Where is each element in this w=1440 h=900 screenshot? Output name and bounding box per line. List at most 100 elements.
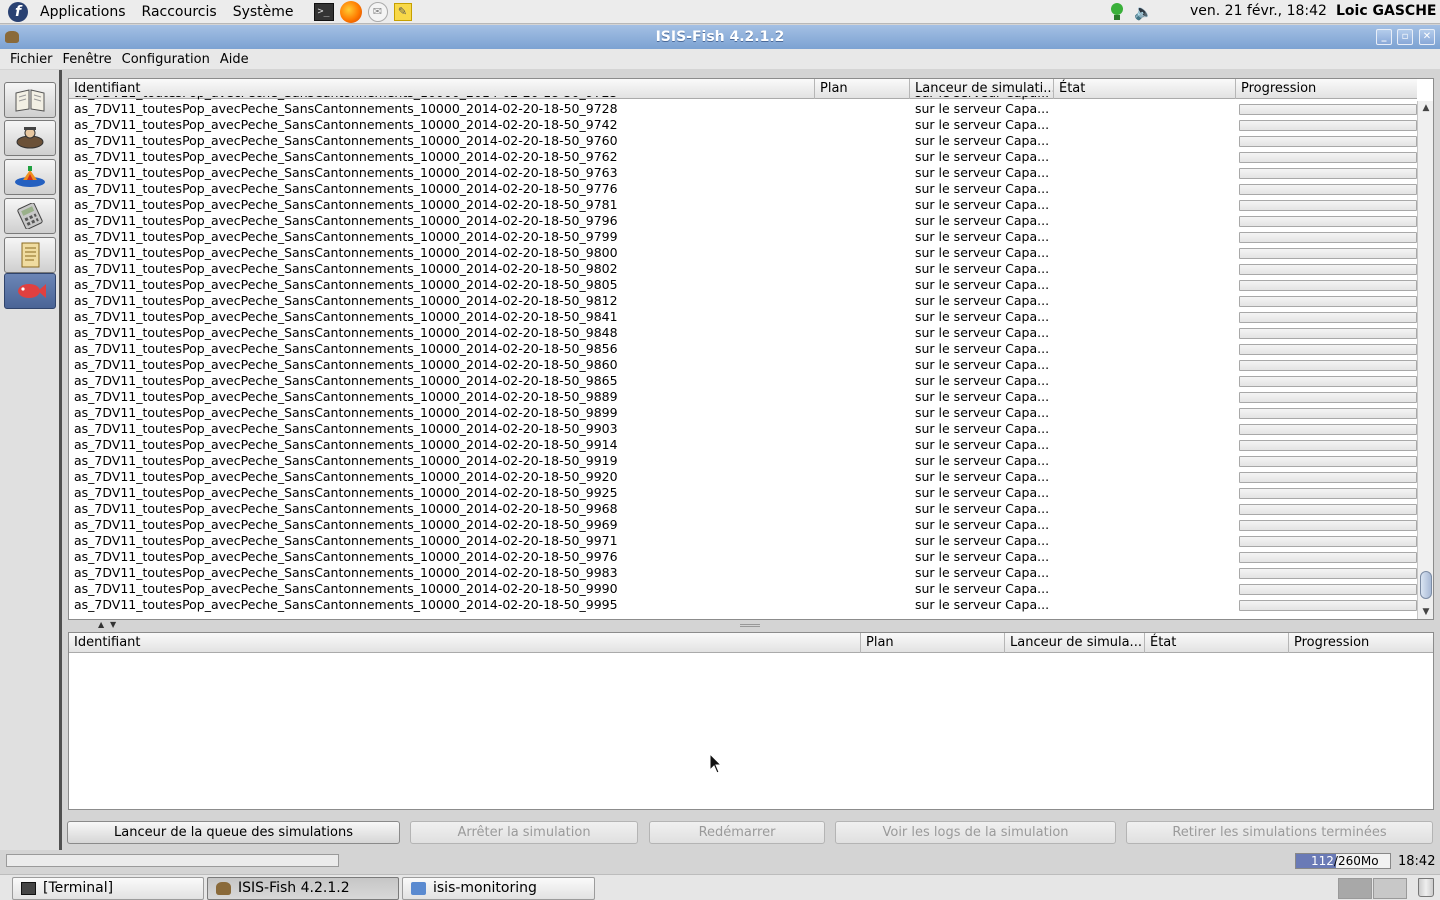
menu-configuration[interactable]: Configuration	[117, 52, 215, 67]
splitter-grip[interactable]	[740, 624, 760, 627]
memory-used: 112	[1311, 854, 1334, 868]
volume-icon[interactable]: 🔈	[1134, 3, 1153, 21]
panel-menu-shortcuts[interactable]: Raccourcis	[138, 4, 221, 20]
cell-state	[1054, 101, 1236, 117]
table-row[interactable]: as_7DV11_toutesPop_avecPeche_SansCantonn…	[69, 341, 1417, 357]
table-row[interactable]: as_7DV11_toutesPop_avecPeche_SansCantonn…	[69, 277, 1417, 293]
table-row[interactable]: as_7DV11_toutesPop_avecPeche_SansCantonn…	[69, 245, 1417, 261]
update-bulb-icon[interactable]	[1110, 2, 1124, 22]
table-row[interactable]: as_7DV11_toutesPop_avecPeche_SansCantonn…	[69, 405, 1417, 421]
table-row[interactable]: as_7DV11_toutesPop_avecPeche_SansCantonn…	[69, 565, 1417, 581]
firefox-launcher-icon[interactable]	[339, 0, 362, 23]
panel-menu-system[interactable]: Système	[229, 4, 298, 20]
table-row[interactable]: as_7DV11_toutesPop_avecPeche_SansCantonn…	[69, 181, 1417, 197]
mouse-cursor-icon	[709, 753, 723, 774]
toolbar-button-simulation-queue[interactable]	[4, 273, 56, 309]
panel-menu-applications[interactable]: Applications	[36, 4, 130, 20]
toolbar-button-calculator[interactable]	[4, 198, 56, 234]
column-header-plan[interactable]: Plan	[861, 633, 1005, 653]
taskbar-item-isis-fish[interactable]: ISIS-Fish 4.2.1.2	[207, 877, 399, 900]
mail-launcher-icon[interactable]: ✉	[367, 1, 388, 22]
workspace-2[interactable]	[1373, 878, 1407, 899]
table-row[interactable]: as_7DV11_toutesPop_avecPeche_SansCantonn…	[69, 149, 1417, 165]
cell-progression	[1236, 597, 1417, 613]
stop-simulation-button[interactable]: Arrêter la simulation	[410, 821, 638, 844]
table-row[interactable]: as_7DV11_toutesPop_avecPeche_SansCantonn…	[69, 357, 1417, 373]
table-row[interactable]: as_7DV11_toutesPop_avecPeche_SansCantonn…	[69, 309, 1417, 325]
table-row[interactable]: as_7DV11_toutesPop_avecPeche_SansCantonn…	[69, 213, 1417, 229]
menu-fenetre[interactable]: Fenêtre	[58, 52, 117, 67]
terminal-icon	[21, 882, 36, 895]
row-progress-bar	[1239, 344, 1417, 355]
cell-launcher: sur le serveur Capa...	[915, 325, 1050, 340]
table-row[interactable]: as_7DV11_toutesPop_avecPeche_SansCantonn…	[69, 261, 1417, 277]
split-up-arrow-icon[interactable]: ▲	[98, 620, 104, 629]
column-header-identifiant[interactable]: Identifiant	[69, 633, 861, 653]
cell-identifiant: as_7DV11_toutesPop_avecPeche_SansCantonn…	[74, 117, 618, 132]
table-row[interactable]: as_7DV11_toutesPop_avecPeche_SansCantonn…	[69, 165, 1417, 181]
maximize-icon[interactable]: ▫	[1397, 29, 1413, 45]
toolbar-button-fisherman[interactable]	[4, 120, 56, 156]
panel-username[interactable]: Loic GASCHE	[1336, 3, 1436, 19]
status-time: 18:42	[1398, 854, 1436, 869]
table-row[interactable]: as_7DV11_toutesPop_avecPeche_SansCantonn…	[69, 293, 1417, 309]
remove-finished-button[interactable]: Retirer les simulations terminées	[1126, 821, 1433, 844]
trash-icon[interactable]	[1418, 878, 1434, 897]
queue-launcher-button[interactable]: Lanceur de la queue des simulations	[67, 821, 400, 844]
memory-usage-bar[interactable]: 112/260Mo	[1295, 853, 1391, 869]
table-row[interactable]: as_7DV11_toutesPop_avecPeche_SansCantonn…	[69, 421, 1417, 437]
close-icon[interactable]: ✕	[1419, 29, 1435, 45]
table-row[interactable]: as_7DV11_toutesPop_avecPeche_SansCantonn…	[69, 469, 1417, 485]
table-row[interactable]: as_7DV11_toutesPop_avecPeche_SansCantonn…	[69, 229, 1417, 245]
notes-launcher-icon[interactable]: ✎	[393, 2, 412, 21]
table-row[interactable]: as_7DV11_toutesPop_avecPeche_SansCantonn…	[69, 133, 1417, 149]
view-logs-button[interactable]: Voir les logs de la simulation	[835, 821, 1116, 844]
table-row[interactable]: as_7DV11_toutesPop_avecPeche_SansCantonn…	[69, 501, 1417, 517]
panel-clock[interactable]: ven. 21 févr., 18:42	[1190, 3, 1327, 19]
menu-aide[interactable]: Aide	[215, 52, 254, 67]
column-header-launcher[interactable]: Lanceur de simula...	[1005, 633, 1145, 653]
split-down-arrow-icon[interactable]: ▼	[110, 620, 116, 629]
window-titlebar[interactable]: ISIS-Fish 4.2.1.2 _ ▫ ✕	[0, 25, 1440, 49]
restart-button[interactable]: Redémarrer	[649, 821, 825, 844]
cell-progression	[1236, 277, 1417, 293]
scroll-up-arrow-icon[interactable]: ▲	[1418, 101, 1433, 115]
menu-fichier[interactable]: Fichier	[5, 52, 58, 67]
table-row[interactable]: as_7DV11_toutesPop_avecPeche_SansCantonn…	[69, 117, 1417, 133]
table-row[interactable]: as_7DV11_toutesPop_avecPeche_SansCantonn…	[69, 101, 1417, 117]
split-pane-divider[interactable]: ▲ ▼	[68, 620, 1434, 630]
table-row[interactable]: as_7DV11_toutesPop_avecPeche_SansCantonn…	[69, 325, 1417, 341]
terminal-launcher-icon[interactable]: >_	[313, 2, 334, 21]
table-row[interactable]: as_7DV11_toutesPop_avecPeche_SansCantonn…	[69, 453, 1417, 469]
scroll-down-arrow-icon[interactable]: ▼	[1418, 605, 1433, 619]
toolbar-button-document[interactable]	[4, 237, 56, 273]
table-row[interactable]: as_7DV11_toutesPop_avecPeche_SansCantonn…	[69, 437, 1417, 453]
table-row[interactable]: as_7DV11_toutesPop_avecPeche_SansCantonn…	[69, 517, 1417, 533]
cell-progression	[1236, 565, 1417, 581]
scrollbar-thumb[interactable]	[1420, 571, 1432, 599]
fedora-logo-icon[interactable]: f	[8, 1, 28, 22]
table-row[interactable]: as_7DV11_toutesPop_avecPeche_SansCantonn…	[69, 197, 1417, 213]
left-toolbar	[0, 70, 62, 850]
workspace-1[interactable]	[1338, 878, 1372, 899]
column-header-progression[interactable]: Progression	[1289, 633, 1433, 653]
table-row[interactable]: as_7DV11_toutesPop_avecPeche_SansCantonn…	[69, 549, 1417, 565]
column-header-state[interactable]: État	[1145, 633, 1289, 653]
table-row[interactable]: as_7DV11_toutesPop_avecPeche_SansCantonn…	[69, 389, 1417, 405]
toolbar-button-book[interactable]	[4, 82, 56, 118]
taskbar-item-terminal[interactable]: [Terminal]	[12, 877, 204, 900]
table-row[interactable]: as_7DV11_toutesPop_avecPeche_SansCantonn…	[69, 485, 1417, 501]
cell-plan	[815, 421, 910, 437]
taskbar-item-isis-monitoring[interactable]: isis-monitoring	[402, 877, 595, 900]
cell-progression	[1236, 101, 1417, 117]
vertical-scrollbar[interactable]: ▲ ▼	[1417, 101, 1433, 619]
toolbar-button-map[interactable]	[4, 159, 56, 195]
table-row[interactable]: as_7DV11_toutesPop_avecPeche_SansCantonn…	[69, 533, 1417, 549]
cell-launcher: sur le serveur Capa...	[915, 229, 1050, 244]
table-row[interactable]: as_7DV11_toutesPop_avecPeche_SansCantonn…	[69, 373, 1417, 389]
table-row[interactable]: as_7DV11_toutesPop_avecPeche_SansCantonn…	[69, 581, 1417, 597]
minimize-icon[interactable]: _	[1376, 29, 1392, 45]
cell-launcher: sur le serveur Capa...	[915, 245, 1050, 260]
cell-identifiant: as_7DV11_toutesPop_avecPeche_SansCantonn…	[74, 133, 618, 148]
table-row[interactable]: as_7DV11_toutesPop_avecPeche_SansCantonn…	[69, 597, 1417, 613]
